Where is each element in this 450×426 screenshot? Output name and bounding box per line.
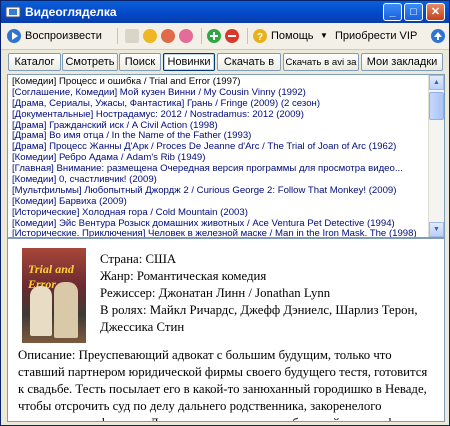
- list-item[interactable]: [Драма] Процесс Жанны Д'Арк / Proces De …: [12, 142, 422, 153]
- tab-bar: Каталог Смотреть Поиск Новинки Скачать в…: [1, 50, 449, 85]
- scroll-up-icon[interactable]: ▲: [429, 75, 444, 90]
- maximize-button[interactable]: □: [404, 3, 423, 21]
- tab-catalog[interactable]: Каталог: [8, 53, 61, 71]
- list-rows: [Комедии] Процесс и ошибка / Trial and E…: [12, 77, 422, 237]
- help-menu[interactable]: Помощь: [271, 27, 314, 45]
- play-button[interactable]: Воспроизвести: [25, 27, 102, 45]
- tab-bookmarks[interactable]: Мои закладки: [361, 53, 443, 71]
- movie-cast-continued: Джессика Стин: [100, 320, 185, 334]
- heart-icon[interactable]: [179, 29, 193, 43]
- list-item[interactable]: [Мультфильмы] Любопытный Джордж 2 / Curi…: [12, 186, 422, 197]
- remove-icon[interactable]: [225, 29, 239, 43]
- poster-figure: [54, 282, 78, 338]
- list-scrollbar[interactable]: ▲ ▼: [428, 75, 444, 237]
- add-icon[interactable]: [207, 29, 221, 43]
- bell-icon[interactable]: [143, 29, 157, 43]
- list-item[interactable]: [Комедии] 0, счастливчик! (2009): [12, 175, 422, 186]
- svg-text:?: ?: [257, 32, 263, 43]
- stop-icon[interactable]: [161, 29, 175, 43]
- tab-search[interactable]: Поиск: [119, 53, 161, 71]
- film-app-icon: [5, 6, 21, 18]
- buy-vip-button[interactable]: Приобрести VIP: [335, 27, 417, 45]
- tools-icon[interactable]: [125, 29, 139, 43]
- toolbar-separator: [247, 28, 248, 44]
- minimize-button[interactable]: _: [383, 3, 402, 21]
- list-item[interactable]: [Документальные] Нострадамус: 2012 / Nos…: [12, 110, 422, 121]
- movie-cast: В ролях: Майкл Ричардс, Джефф Дэниелс, Ш…: [100, 303, 418, 317]
- app-window: Видеогляделка _ □ ✕ Воспроизвести ? Помо…: [0, 0, 450, 426]
- close-button[interactable]: ✕: [426, 3, 445, 21]
- movie-description: Описание: Преуспевающий адвокат с больши…: [18, 348, 428, 421]
- list-item[interactable]: [Комедии] Эйс Вентура Розыск домашних жи…: [12, 219, 422, 230]
- toolbar-separator: [117, 28, 118, 44]
- list-item[interactable]: [Драма, Сериалы, Ужасы, Фантастика] Гран…: [12, 99, 422, 110]
- movie-genre: Жанр: Романтическая комедия: [100, 269, 267, 283]
- play-icon[interactable]: [7, 29, 21, 43]
- movie-details-panel: Trial and Error Страна: США Жанр: Романт…: [7, 238, 445, 422]
- tab-new[interactable]: Новинки: [163, 53, 215, 71]
- window-title: Видеогляделка: [25, 5, 117, 19]
- scroll-down-icon[interactable]: ▼: [429, 222, 444, 237]
- chevron-down-icon[interactable]: ▼: [320, 27, 328, 45]
- toolbar: Воспроизвести ? Помощь ▼ Приобрести VIP: [1, 23, 449, 50]
- up-arrow-icon[interactable]: [431, 29, 445, 43]
- list-item[interactable]: [Драма] Гражданский иск / A Civil Action…: [12, 121, 422, 132]
- movie-info: Страна: США Жанр: Романтическая комедия …: [100, 251, 418, 336]
- movie-director: Режиссер: Джонатан Линн / Jonathan Lynn: [100, 286, 331, 300]
- list-item[interactable]: [Соглашение, Комедии] Мой кузен Винни / …: [12, 88, 422, 99]
- toolbar-separator: [201, 28, 202, 44]
- tab-download-avi-sms[interactable]: Скачать в avi за СМС: [283, 53, 359, 85]
- list-item[interactable]: [Исторические. Приключения] Человек в же…: [12, 229, 422, 237]
- tab-watch[interactable]: Смотреть: [62, 53, 118, 71]
- scroll-thumb[interactable]: [429, 92, 444, 120]
- poster-figure: [30, 286, 52, 336]
- list-item[interactable]: [Драма] Во имя отца / In the Name of the…: [12, 131, 422, 142]
- list-item[interactable]: [Главная] Внимание: размещена Очередная …: [12, 164, 422, 175]
- list-item[interactable]: [Исторические] Холодная гора / Cold Moun…: [12, 208, 422, 219]
- title-bar[interactable]: Видеогляделка _ □ ✕: [1, 1, 449, 23]
- help-icon[interactable]: ?: [253, 29, 267, 43]
- list-item[interactable]: [Комедии] Процесс и ошибка / Trial and E…: [12, 77, 422, 88]
- new-movies-list[interactable]: [Комедии] Процесс и ошибка / Trial and E…: [7, 74, 445, 238]
- list-item[interactable]: [Комедии] Барвиха (2009): [12, 197, 422, 208]
- list-item[interactable]: [Комедии] Ребро Адама / Adam's Rib (1949…: [12, 153, 422, 164]
- tab-download-flv[interactable]: Скачать в flv: [217, 53, 281, 85]
- movie-country: Страна: США: [100, 252, 177, 266]
- movie-poster: Trial and Error: [22, 248, 86, 343]
